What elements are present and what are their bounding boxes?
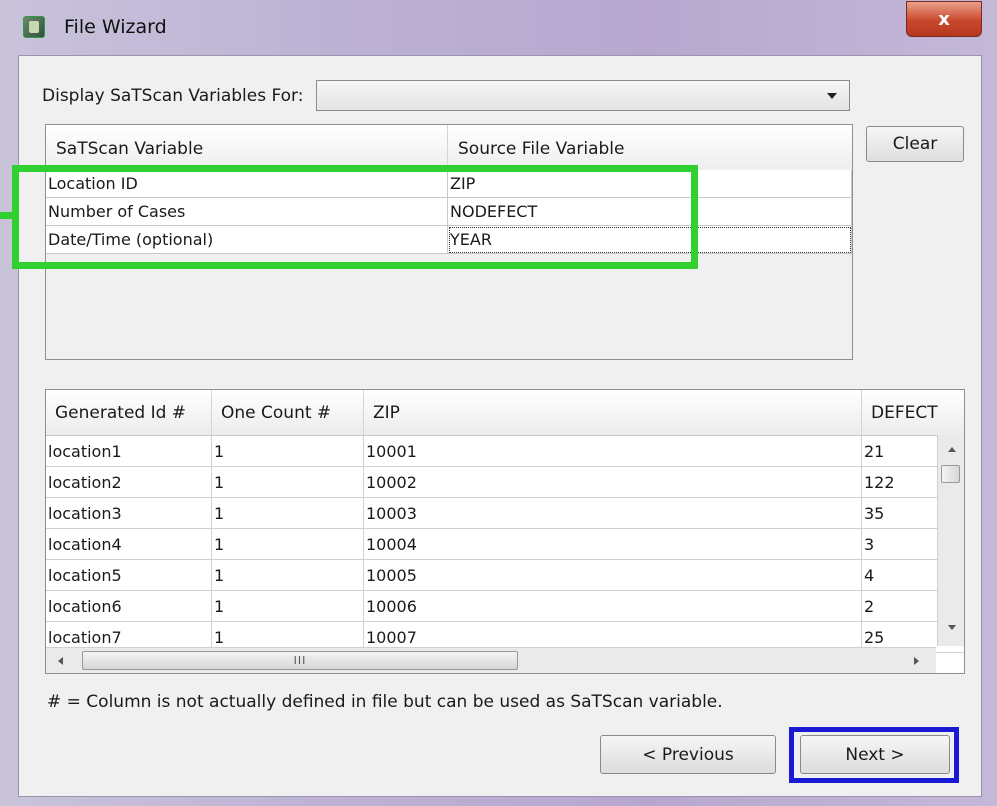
- horizontal-scroll-thumb[interactable]: III: [82, 651, 518, 670]
- zip-cell[interactable]: 10002: [364, 467, 862, 498]
- clear-button[interactable]: Clear: [866, 126, 964, 162]
- one-count-cell[interactable]: 1: [212, 436, 364, 467]
- chevron-down-icon[interactable]: [827, 93, 837, 99]
- source-data-table: Generated Id # One Count # ZIP DEFECT lo…: [45, 389, 965, 674]
- green-highlight-box: [12, 165, 698, 269]
- green-highlight-tick: [0, 212, 14, 219]
- column-header-satscan-variable[interactable]: SaTScan Variable: [46, 125, 448, 169]
- scroll-down-icon[interactable]: [948, 625, 956, 630]
- zip-cell[interactable]: 10004: [364, 529, 862, 560]
- generated-id-cell[interactable]: location3: [46, 498, 212, 529]
- title-bar[interactable]: File Wizard x: [0, 0, 997, 60]
- one-count-cell[interactable]: 1: [212, 591, 364, 622]
- blue-highlight-box: [789, 727, 959, 783]
- one-count-cell[interactable]: 1: [212, 560, 364, 591]
- previous-button[interactable]: < Previous: [600, 735, 776, 774]
- vertical-scroll-thumb[interactable]: [941, 465, 960, 483]
- generated-id-cell[interactable]: location1: [46, 436, 212, 467]
- generated-id-cell[interactable]: location6: [46, 591, 212, 622]
- scroll-right-icon[interactable]: [914, 657, 919, 665]
- one-count-cell[interactable]: 1: [212, 529, 364, 560]
- zip-cell[interactable]: 10003: [364, 498, 862, 529]
- generated-id-cell[interactable]: location2: [46, 467, 212, 498]
- display-variables-select[interactable]: [316, 80, 850, 111]
- column-header-defect[interactable]: DEFECT: [862, 390, 964, 436]
- close-button[interactable]: x: [906, 1, 982, 37]
- generated-id-cell[interactable]: location4: [46, 529, 212, 560]
- column-header-one-count[interactable]: One Count #: [212, 390, 364, 436]
- one-count-cell[interactable]: 1: [212, 498, 364, 529]
- horizontal-scrollbar[interactable]: III: [46, 647, 936, 673]
- scroll-up-icon[interactable]: [948, 447, 956, 452]
- app-icon: [23, 16, 45, 38]
- zip-cell[interactable]: 10006: [364, 591, 862, 622]
- column-header-generated-id[interactable]: Generated Id #: [46, 390, 212, 436]
- zip-cell[interactable]: 10001: [364, 436, 862, 467]
- zip-cell[interactable]: 10005: [364, 560, 862, 591]
- footnote: # = Column is not actually defined in fi…: [47, 692, 723, 712]
- display-variables-label: Display SaTScan Variables For:: [42, 86, 304, 106]
- scroll-left-icon[interactable]: [58, 657, 63, 665]
- window-title: File Wizard: [64, 16, 167, 38]
- column-header-zip[interactable]: ZIP: [364, 390, 862, 436]
- vertical-scrollbar[interactable]: [937, 435, 964, 646]
- file-wizard-window: File Wizard x Display SaTScan Variables …: [0, 0, 997, 806]
- generated-id-cell[interactable]: location5: [46, 560, 212, 591]
- one-count-cell[interactable]: 1: [212, 467, 364, 498]
- column-header-source-file-variable[interactable]: Source File Variable: [448, 125, 852, 169]
